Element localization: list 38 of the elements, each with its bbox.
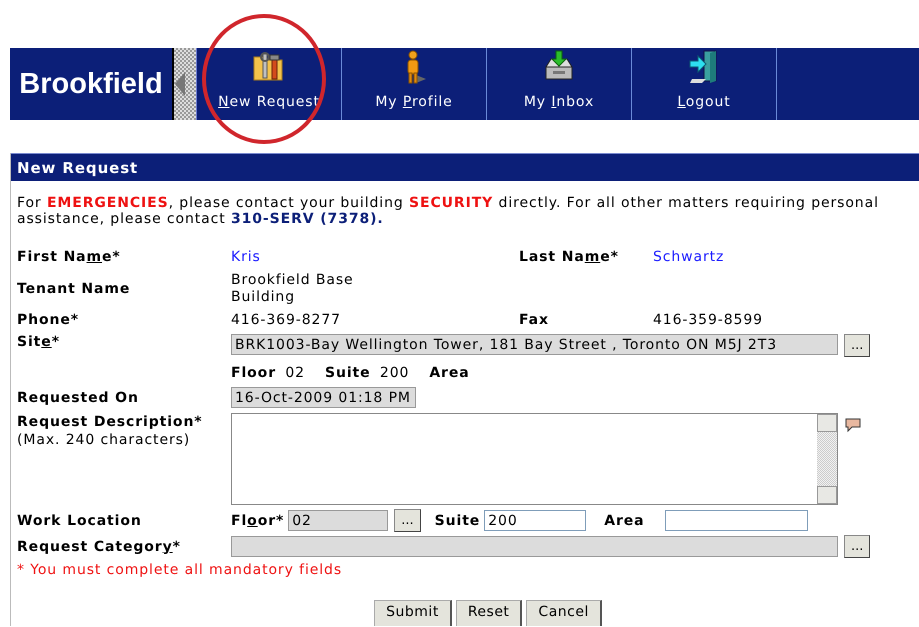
- first-name-label: First Na me*: [17, 249, 121, 265]
- description-hint: (Max. 240 characters): [17, 432, 190, 448]
- request-category-label: Request Category*: [17, 538, 181, 554]
- phone-value: 416-369-8277: [231, 312, 341, 328]
- first-name-value: Kris: [231, 249, 261, 265]
- site-label: Site*: [17, 334, 60, 350]
- site-location-info: Area: [429, 365, 471, 381]
- site-location-info: Suite 200: [324, 365, 410, 381]
- emergency-notice: For EMERGENCIES, please contact your building SECURITY directly. For all other matters requiring personal assistance, please contact 310-SERV (7378).: [17, 195, 880, 227]
- scrollbar[interactable]: [817, 414, 837, 504]
- last-name-value: Schwartz: [653, 249, 724, 265]
- form-button[interactable]: Submit: [374, 600, 452, 626]
- nav-item[interactable]: My Profile: [342, 48, 487, 120]
- form-button[interactable]: Cancel: [526, 600, 602, 626]
- required-fields-note: * You must complete all mandatory fields: [17, 562, 344, 578]
- nav-item[interactable]: My I nbox: [487, 48, 632, 120]
- tenant-name-value: Brookfield Base Building: [231, 272, 355, 306]
- work-location-label: Work Location: [17, 512, 142, 528]
- form-button[interactable]: Reset: [456, 600, 522, 626]
- description-field[interactable]: [231, 413, 838, 505]
- phone-label: Phone*: [17, 312, 80, 328]
- tenant-name-label: Tenant Name: [17, 281, 130, 297]
- work-floor-label: Floor*: [231, 512, 284, 528]
- work-area-label: Area: [604, 512, 644, 528]
- panel-title: New Request: [11, 153, 919, 181]
- suite-field[interactable]: 200: [484, 510, 586, 531]
- fax-label: Fax: [519, 312, 549, 328]
- fax-value: 416-359-8599: [653, 312, 763, 328]
- area-field[interactable]: [664, 510, 808, 531]
- requested-on-label: Requested On: [17, 390, 139, 406]
- site-location-info: Floor 02: [231, 365, 305, 381]
- work-suite-label: Suite: [434, 512, 480, 528]
- comment-icon[interactable]: [844, 417, 862, 433]
- last-name-label: Last Name*: [519, 249, 619, 265]
- nav-item[interactable]: Logout: [632, 48, 777, 120]
- description-label: Request Description*: [17, 414, 203, 430]
- brookfield-logo: Brookfield: [18, 66, 164, 102]
- collapse-handle[interactable]: [172, 48, 197, 120]
